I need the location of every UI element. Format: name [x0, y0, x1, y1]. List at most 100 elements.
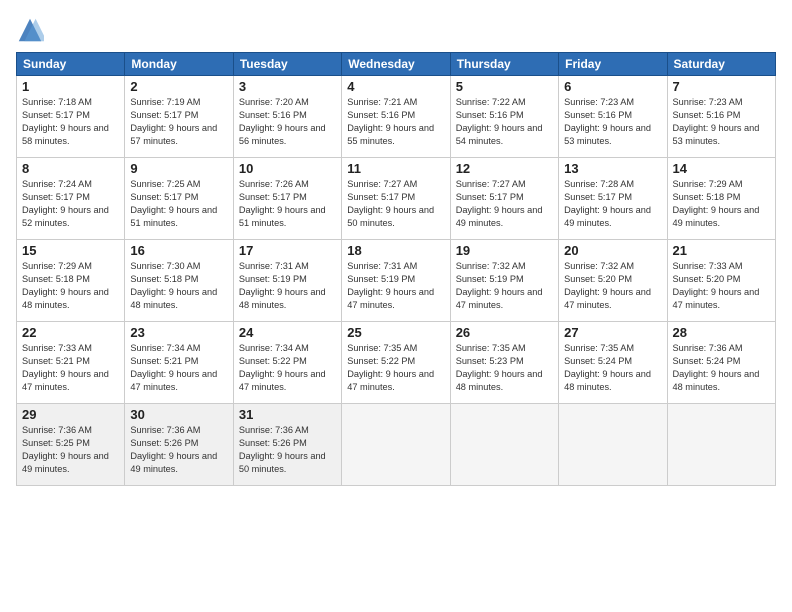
calendar-day-cell: 8 Sunrise: 7:24 AM Sunset: 5:17 PM Dayli… — [17, 158, 125, 240]
daylight-label: Daylight: 9 hours and 56 minutes. — [239, 123, 326, 146]
day-number: 7 — [673, 79, 770, 94]
daylight-label: Daylight: 9 hours and 53 minutes. — [673, 123, 760, 146]
sunrise-label: Sunrise: 7:25 AM — [130, 179, 200, 189]
sunrise-label: Sunrise: 7:23 AM — [673, 97, 743, 107]
daylight-label: Daylight: 9 hours and 54 minutes. — [456, 123, 543, 146]
calendar-week-row: 29 Sunrise: 7:36 AM Sunset: 5:25 PM Dayl… — [17, 404, 776, 486]
day-number: 28 — [673, 325, 770, 340]
daylight-label: Daylight: 9 hours and 47 minutes. — [456, 287, 543, 310]
day-number: 9 — [130, 161, 227, 176]
daylight-label: Daylight: 9 hours and 55 minutes. — [347, 123, 434, 146]
weekday-header-row: SundayMondayTuesdayWednesdayThursdayFrid… — [17, 53, 776, 76]
sunset-label: Sunset: 5:16 PM — [347, 110, 415, 120]
calendar-day-cell: 27 Sunrise: 7:35 AM Sunset: 5:24 PM Dayl… — [559, 322, 667, 404]
day-number: 17 — [239, 243, 336, 258]
sunset-label: Sunset: 5:17 PM — [130, 110, 198, 120]
calendar-day-cell: 19 Sunrise: 7:32 AM Sunset: 5:19 PM Dayl… — [450, 240, 558, 322]
calendar-day-cell: 16 Sunrise: 7:30 AM Sunset: 5:18 PM Dayl… — [125, 240, 233, 322]
day-number: 10 — [239, 161, 336, 176]
weekday-header: Monday — [125, 53, 233, 76]
calendar-day-cell: 31 Sunrise: 7:36 AM Sunset: 5:26 PM Dayl… — [233, 404, 341, 486]
calendar-day-cell: 1 Sunrise: 7:18 AM Sunset: 5:17 PM Dayli… — [17, 76, 125, 158]
sunrise-label: Sunrise: 7:34 AM — [130, 343, 200, 353]
daylight-label: Daylight: 9 hours and 49 minutes. — [673, 205, 760, 228]
day-number: 15 — [22, 243, 119, 258]
day-number: 8 — [22, 161, 119, 176]
logo-icon — [16, 16, 44, 44]
calendar-day-cell: 7 Sunrise: 7:23 AM Sunset: 5:16 PM Dayli… — [667, 76, 775, 158]
day-info: Sunrise: 7:28 AM Sunset: 5:17 PM Dayligh… — [564, 178, 661, 230]
calendar-day-cell: 29 Sunrise: 7:36 AM Sunset: 5:25 PM Dayl… — [17, 404, 125, 486]
day-info: Sunrise: 7:22 AM Sunset: 5:16 PM Dayligh… — [456, 96, 553, 148]
daylight-label: Daylight: 9 hours and 50 minutes. — [347, 205, 434, 228]
day-number: 3 — [239, 79, 336, 94]
sunrise-label: Sunrise: 7:35 AM — [347, 343, 417, 353]
weekday-header: Thursday — [450, 53, 558, 76]
sunrise-label: Sunrise: 7:18 AM — [22, 97, 92, 107]
daylight-label: Daylight: 9 hours and 47 minutes. — [130, 369, 217, 392]
sunset-label: Sunset: 5:20 PM — [564, 274, 632, 284]
day-info: Sunrise: 7:36 AM Sunset: 5:26 PM Dayligh… — [130, 424, 227, 476]
daylight-label: Daylight: 9 hours and 48 minutes. — [456, 369, 543, 392]
calendar-day-cell: 17 Sunrise: 7:31 AM Sunset: 5:19 PM Dayl… — [233, 240, 341, 322]
sunset-label: Sunset: 5:25 PM — [22, 438, 90, 448]
day-info: Sunrise: 7:35 AM Sunset: 5:23 PM Dayligh… — [456, 342, 553, 394]
daylight-label: Daylight: 9 hours and 48 minutes. — [564, 369, 651, 392]
day-info: Sunrise: 7:34 AM Sunset: 5:22 PM Dayligh… — [239, 342, 336, 394]
day-info: Sunrise: 7:36 AM Sunset: 5:25 PM Dayligh… — [22, 424, 119, 476]
daylight-label: Daylight: 9 hours and 49 minutes. — [564, 205, 651, 228]
calendar-day-cell: 4 Sunrise: 7:21 AM Sunset: 5:16 PM Dayli… — [342, 76, 450, 158]
day-number: 13 — [564, 161, 661, 176]
day-number: 26 — [456, 325, 553, 340]
sunrise-label: Sunrise: 7:32 AM — [456, 261, 526, 271]
sunrise-label: Sunrise: 7:31 AM — [347, 261, 417, 271]
sunrise-label: Sunrise: 7:36 AM — [130, 425, 200, 435]
calendar-day-cell — [559, 404, 667, 486]
daylight-label: Daylight: 9 hours and 48 minutes. — [673, 369, 760, 392]
day-info: Sunrise: 7:30 AM Sunset: 5:18 PM Dayligh… — [130, 260, 227, 312]
daylight-label: Daylight: 9 hours and 51 minutes. — [239, 205, 326, 228]
calendar-day-cell: 13 Sunrise: 7:28 AM Sunset: 5:17 PM Dayl… — [559, 158, 667, 240]
daylight-label: Daylight: 9 hours and 48 minutes. — [239, 287, 326, 310]
day-info: Sunrise: 7:31 AM Sunset: 5:19 PM Dayligh… — [347, 260, 444, 312]
sunset-label: Sunset: 5:16 PM — [239, 110, 307, 120]
day-info: Sunrise: 7:27 AM Sunset: 5:17 PM Dayligh… — [456, 178, 553, 230]
sunset-label: Sunset: 5:16 PM — [564, 110, 632, 120]
day-number: 18 — [347, 243, 444, 258]
sunset-label: Sunset: 5:16 PM — [673, 110, 741, 120]
sunrise-label: Sunrise: 7:27 AM — [456, 179, 526, 189]
sunset-label: Sunset: 5:18 PM — [22, 274, 90, 284]
day-number: 2 — [130, 79, 227, 94]
day-number: 4 — [347, 79, 444, 94]
sunset-label: Sunset: 5:23 PM — [456, 356, 524, 366]
day-info: Sunrise: 7:34 AM Sunset: 5:21 PM Dayligh… — [130, 342, 227, 394]
logo — [16, 16, 48, 44]
calendar-day-cell: 21 Sunrise: 7:33 AM Sunset: 5:20 PM Dayl… — [667, 240, 775, 322]
sunset-label: Sunset: 5:21 PM — [22, 356, 90, 366]
day-number: 11 — [347, 161, 444, 176]
day-info: Sunrise: 7:19 AM Sunset: 5:17 PM Dayligh… — [130, 96, 227, 148]
sunset-label: Sunset: 5:17 PM — [564, 192, 632, 202]
calendar-day-cell: 11 Sunrise: 7:27 AM Sunset: 5:17 PM Dayl… — [342, 158, 450, 240]
sunset-label: Sunset: 5:17 PM — [347, 192, 415, 202]
sunset-label: Sunset: 5:18 PM — [673, 192, 741, 202]
calendar-day-cell: 18 Sunrise: 7:31 AM Sunset: 5:19 PM Dayl… — [342, 240, 450, 322]
sunset-label: Sunset: 5:17 PM — [22, 110, 90, 120]
sunrise-label: Sunrise: 7:35 AM — [564, 343, 634, 353]
day-number: 31 — [239, 407, 336, 422]
day-info: Sunrise: 7:23 AM Sunset: 5:16 PM Dayligh… — [673, 96, 770, 148]
sunset-label: Sunset: 5:17 PM — [130, 192, 198, 202]
calendar-day-cell: 30 Sunrise: 7:36 AM Sunset: 5:26 PM Dayl… — [125, 404, 233, 486]
calendar-day-cell: 15 Sunrise: 7:29 AM Sunset: 5:18 PM Dayl… — [17, 240, 125, 322]
calendar-week-row: 15 Sunrise: 7:29 AM Sunset: 5:18 PM Dayl… — [17, 240, 776, 322]
day-info: Sunrise: 7:29 AM Sunset: 5:18 PM Dayligh… — [673, 178, 770, 230]
sunrise-label: Sunrise: 7:35 AM — [456, 343, 526, 353]
day-number: 19 — [456, 243, 553, 258]
calendar-day-cell: 2 Sunrise: 7:19 AM Sunset: 5:17 PM Dayli… — [125, 76, 233, 158]
sunset-label: Sunset: 5:20 PM — [673, 274, 741, 284]
sunrise-label: Sunrise: 7:21 AM — [347, 97, 417, 107]
sunset-label: Sunset: 5:19 PM — [239, 274, 307, 284]
calendar-week-row: 8 Sunrise: 7:24 AM Sunset: 5:17 PM Dayli… — [17, 158, 776, 240]
daylight-label: Daylight: 9 hours and 49 minutes. — [456, 205, 543, 228]
sunset-label: Sunset: 5:26 PM — [130, 438, 198, 448]
